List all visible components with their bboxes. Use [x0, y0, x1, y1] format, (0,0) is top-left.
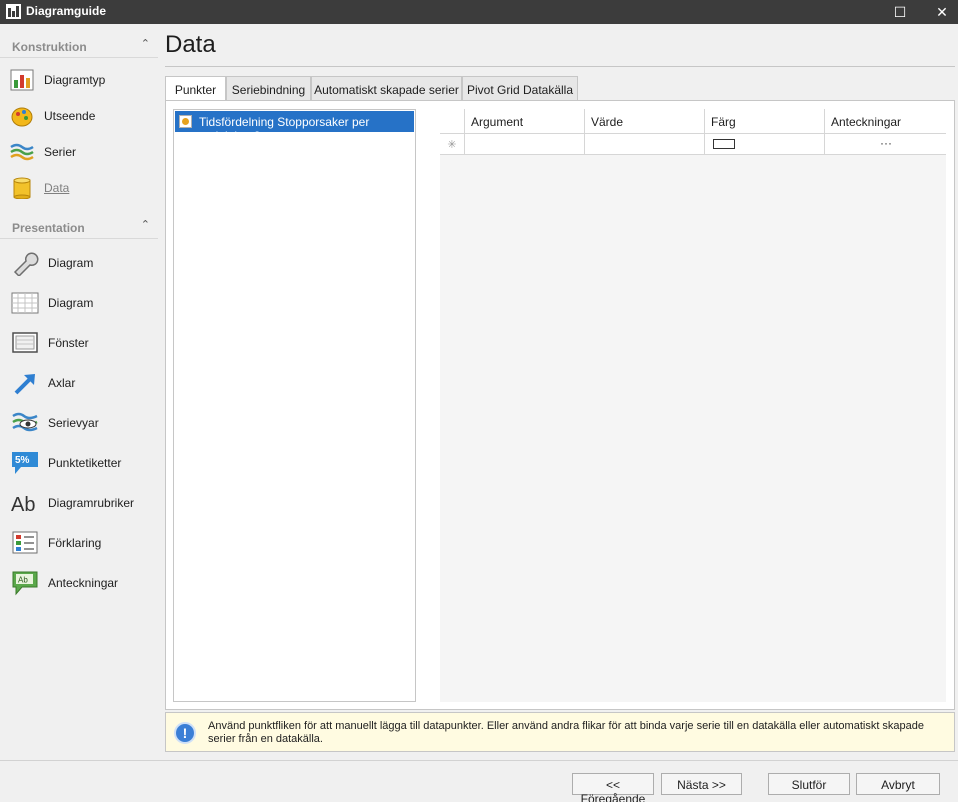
series-list[interactable]: Tidsfördelning Stopporsaker per avdelnin… [173, 109, 416, 702]
sidebar-item-label: Utseende [44, 109, 96, 123]
annotations-cell[interactable]: ··· [824, 134, 946, 155]
app-logo-icon [6, 4, 21, 19]
sidebar-item-label: Serievyar [48, 416, 99, 430]
next-button[interactable]: Nästa >> [661, 773, 742, 795]
sidebar-item-serier[interactable]: Serier [0, 134, 158, 170]
sidebar-item-label: Axlar [48, 376, 76, 390]
grid-header: Argument Värde Färg Anteckningar [440, 109, 946, 134]
cancel-button[interactable]: Avbryt [856, 773, 940, 795]
group-header-presentation[interactable]: Presentation ⌃ [0, 209, 158, 239]
collapse-icon[interactable]: ⌃ [141, 218, 150, 231]
close-button[interactable]: ✕ [927, 0, 957, 24]
point-label-icon: 5% [12, 452, 38, 474]
sidebar-item-axlar[interactable]: Axlar [0, 365, 158, 401]
series-name: Tidsfördelning Stopporsaker per avdelnin… [199, 115, 370, 143]
sidebar-item-diagram-2[interactable]: Diagram [0, 285, 158, 321]
tab-seriebindning[interactable]: Seriebindning [226, 76, 311, 101]
maximize-button[interactable]: ☐ [885, 0, 915, 24]
window-title: Diagramguide [26, 4, 107, 18]
color-cell[interactable] [704, 134, 824, 155]
sidebar-item-diagram-1[interactable]: Diagram [0, 245, 158, 281]
info-bar: ! Använd punktfliken för att manuellt lä… [165, 712, 955, 752]
sidebar-item-label: Diagram [48, 296, 94, 310]
sidebar-item-fonster[interactable]: Fönster [0, 325, 158, 361]
title-text-icon: Ab [11, 494, 35, 516]
sidebar-item-label: Diagram [48, 256, 94, 270]
annotation-icon: Ab [12, 571, 38, 596]
list-item[interactable]: Tidsfördelning Stopporsaker per avdelnin… [175, 111, 414, 143]
sidebar-item-label: Punktetiketter [48, 456, 122, 470]
sidebar-item-punktetiketter[interactable]: 5% Punktetiketter [0, 445, 158, 481]
color-swatch[interactable] [713, 139, 735, 149]
svg-text:Ab: Ab [11, 494, 35, 516]
sidebar-item-serievyar[interactable]: Serievyar [0, 405, 158, 441]
points-grid[interactable]: Argument Värde Färg Anteckningar ✳ ··· [440, 109, 946, 702]
sidebar-item-anteckningar[interactable]: Ab Anteckningar [0, 565, 158, 601]
svg-text:5%: 5% [15, 455, 30, 466]
database-icon [13, 177, 31, 199]
sidebar-item-data[interactable]: Data [0, 170, 158, 206]
column-header-varde[interactable]: Värde [584, 109, 704, 134]
info-text: Använd punktfliken för att manuellt lägg… [208, 720, 925, 745]
wizard-sidebar: Konstruktion ⌃ Diagramtyp Utseende Serie… [0, 24, 158, 760]
page-title: Data [165, 31, 216, 58]
tab-pivot-grid-datakalla[interactable]: Pivot Grid Datakälla [462, 76, 578, 101]
sidebar-item-label: Anteckningar [48, 576, 119, 590]
value-cell[interactable] [584, 134, 704, 155]
axis-arrow-icon [14, 374, 35, 395]
collapse-icon[interactable]: ⌃ [141, 37, 150, 50]
chart-type-icon [10, 69, 34, 91]
sidebar-item-label: Diagramtyp [44, 73, 106, 87]
ellipsis-button[interactable]: ··· [825, 136, 947, 150]
legend-icon [12, 531, 38, 554]
series-icon [179, 115, 192, 128]
new-row-indicator-icon: ✳ [447, 139, 457, 151]
title-bar: Diagramguide ☐ ✕ [0, 0, 958, 24]
sidebar-item-label: Fönster [48, 336, 89, 350]
svg-text:Ab: Ab [18, 576, 28, 585]
group-header-konstruktion[interactable]: Konstruktion ⌃ [0, 28, 158, 58]
sidebar-item-utseende[interactable]: Utseende [0, 98, 158, 134]
info-icon: ! [174, 722, 196, 744]
group-title: Presentation [12, 221, 85, 235]
divider [165, 66, 955, 67]
series-icon [10, 143, 34, 161]
column-header-farg[interactable]: Färg [704, 109, 824, 134]
new-item-row[interactable]: ✳ ··· [440, 134, 946, 155]
sidebar-item-label: Diagramrubriker [48, 496, 135, 510]
grid-icon [11, 292, 39, 314]
sidebar-item-label: Serier [44, 145, 77, 159]
series-view-icon [12, 412, 38, 432]
previous-button[interactable]: << Föregående [572, 773, 654, 802]
column-header-anteckningar[interactable]: Anteckningar [824, 109, 946, 134]
group-title: Konstruktion [12, 40, 87, 54]
sidebar-item-diagramrubriker[interactable]: Ab Diagramrubriker [0, 485, 158, 521]
finish-button[interactable]: Slutför [768, 773, 850, 795]
sidebar-item-forklaring[interactable]: Förklaring [0, 525, 158, 561]
divider [0, 760, 958, 761]
column-header-argument[interactable]: Argument [464, 109, 585, 134]
window-icon [12, 332, 38, 353]
argument-cell[interactable] [464, 134, 584, 155]
tab-punkter[interactable]: Punkter [165, 76, 226, 102]
sidebar-item-label: Förklaring [48, 536, 102, 550]
tab-automatiskt-skapade-serier[interactable]: Automatiskt skapade serier [311, 76, 462, 101]
wrench-icon [13, 252, 39, 276]
palette-icon [11, 107, 33, 127]
sidebar-item-label: Data [44, 181, 70, 195]
sidebar-item-diagramtyp[interactable]: Diagramtyp [0, 62, 158, 98]
